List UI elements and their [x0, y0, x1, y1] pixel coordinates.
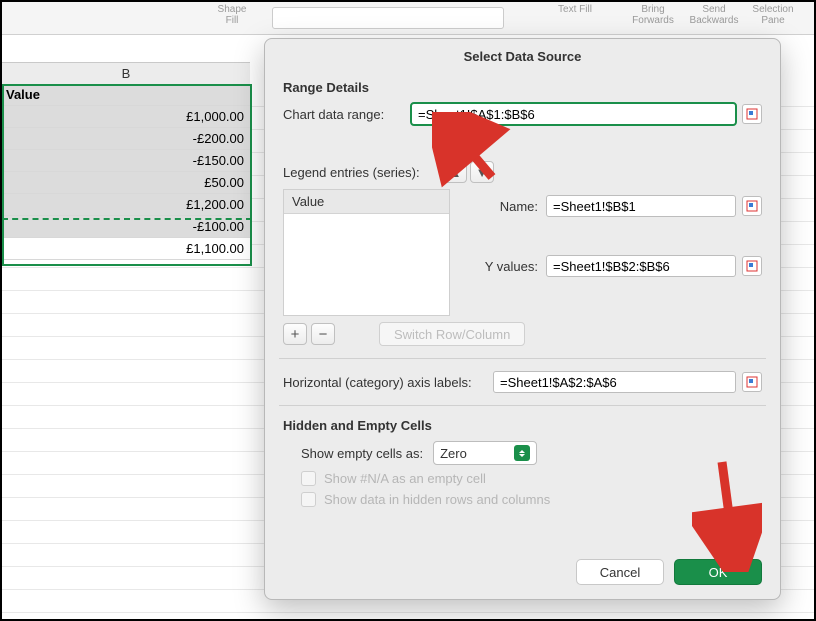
cell-b8[interactable]: £1,100.00 — [2, 238, 250, 260]
chart-data-range-input[interactable] — [411, 103, 736, 125]
cell-b4[interactable]: -£150.00 — [2, 150, 250, 172]
show-na-checkbox: Show #N/A as an empty cell — [301, 471, 762, 486]
column-header-b[interactable]: B — [2, 62, 250, 86]
ribbon-group-text-fill[interactable]: Text Fill — [552, 4, 598, 15]
cell-b6[interactable]: £1,200.00 — [2, 194, 250, 216]
range-picker-icon[interactable] — [742, 372, 762, 392]
cell-value: Value — [6, 87, 40, 102]
show-empty-label: Show empty cells as: — [301, 446, 423, 461]
ribbon-group-shape-fill[interactable]: Shape Fill — [212, 4, 252, 26]
button-label: Cancel — [600, 565, 640, 580]
sheet-column-b: Value £1,000.00 -£200.00 -£150.00 £50.00… — [2, 84, 250, 260]
axis-labels-input[interactable] — [493, 371, 736, 393]
move-up-button[interactable]: ▲ — [443, 161, 467, 183]
checkbox-label: Show data in hidden rows and columns — [324, 492, 550, 507]
ribbon-label: Selection Pane — [752, 4, 793, 26]
cell-value: -£150.00 — [193, 153, 244, 168]
ribbon: Shape Fill Text Fill Bring Forwards Send… — [2, 2, 814, 35]
hidden-empty-heading: Hidden and Empty Cells — [283, 418, 780, 433]
series-yvalues-label: Y values: — [474, 259, 546, 274]
range-picker-icon[interactable] — [742, 256, 762, 276]
cell-value: £50.00 — [204, 175, 244, 190]
cell-b1[interactable]: Value — [2, 84, 250, 106]
show-hidden-checkbox: Show data in hidden rows and columns — [301, 492, 762, 507]
ribbon-group-bring-forwards[interactable]: Bring Forwards — [628, 4, 678, 26]
ribbon-group-selection-pane[interactable]: Selection Pane — [748, 4, 798, 26]
checkbox-icon — [301, 471, 316, 486]
range-details-heading: Range Details — [283, 80, 780, 95]
cell-value: -£100.00 — [193, 219, 244, 234]
cell-b5[interactable]: £50.00 — [2, 172, 250, 194]
legend-item-label: Value — [292, 194, 324, 209]
switch-row-column-button: Switch Row/Column — [379, 322, 525, 346]
select-data-source-dialog: Select Data Source Range Details Chart d… — [264, 38, 781, 600]
cell-value: £1,000.00 — [186, 109, 244, 124]
cell-b7[interactable]: -£100.00 — [2, 216, 250, 238]
switch-label: Switch Row/Column — [394, 327, 510, 342]
ok-button[interactable]: OK — [674, 559, 762, 585]
series-name-label: Name: — [474, 199, 546, 214]
ribbon-label: Bring Forwards — [632, 4, 674, 26]
checkbox-label: Show #N/A as an empty cell — [324, 471, 486, 486]
legend-series-list[interactable]: Value — [283, 189, 450, 316]
cell-value: £1,100.00 — [186, 241, 244, 256]
cell-b3[interactable]: -£200.00 — [2, 128, 250, 150]
ribbon-label: Shape Fill — [218, 4, 247, 26]
move-down-button[interactable]: ▼ — [470, 161, 494, 183]
cancel-button[interactable]: Cancel — [576, 559, 664, 585]
formula-bar[interactable] — [272, 7, 504, 29]
remove-series-button[interactable]: − — [311, 323, 335, 345]
ribbon-label: Send Backwards — [690, 4, 739, 26]
ribbon-group-send-backwards[interactable]: Send Backwards — [686, 4, 742, 26]
series-name-input[interactable] — [546, 195, 736, 217]
range-picker-icon[interactable] — [742, 104, 762, 124]
cell-value: -£200.00 — [193, 131, 244, 146]
button-label: OK — [709, 565, 728, 580]
column-letter: B — [122, 66, 131, 81]
legend-entries-label: Legend entries (series): — [283, 165, 443, 180]
range-picker-icon[interactable] — [742, 196, 762, 216]
dialog-title: Select Data Source — [265, 39, 780, 70]
ribbon-label: Text Fill — [558, 4, 592, 15]
axis-labels-label: Horizontal (category) axis labels: — [283, 375, 493, 390]
chevron-updown-icon — [514, 445, 530, 461]
legend-series-item[interactable]: Value — [284, 190, 449, 214]
cell-value: £1,200.00 — [186, 197, 244, 212]
divider — [279, 405, 766, 406]
checkbox-icon — [301, 492, 316, 507]
divider — [279, 358, 766, 359]
add-series-button[interactable]: + — [283, 323, 307, 345]
show-empty-select[interactable]: Zero — [433, 441, 537, 465]
cell-b2[interactable]: £1,000.00 — [2, 106, 250, 128]
chart-data-range-label: Chart data range: — [283, 107, 411, 122]
series-yvalues-input[interactable] — [546, 255, 736, 277]
select-value: Zero — [440, 446, 467, 461]
